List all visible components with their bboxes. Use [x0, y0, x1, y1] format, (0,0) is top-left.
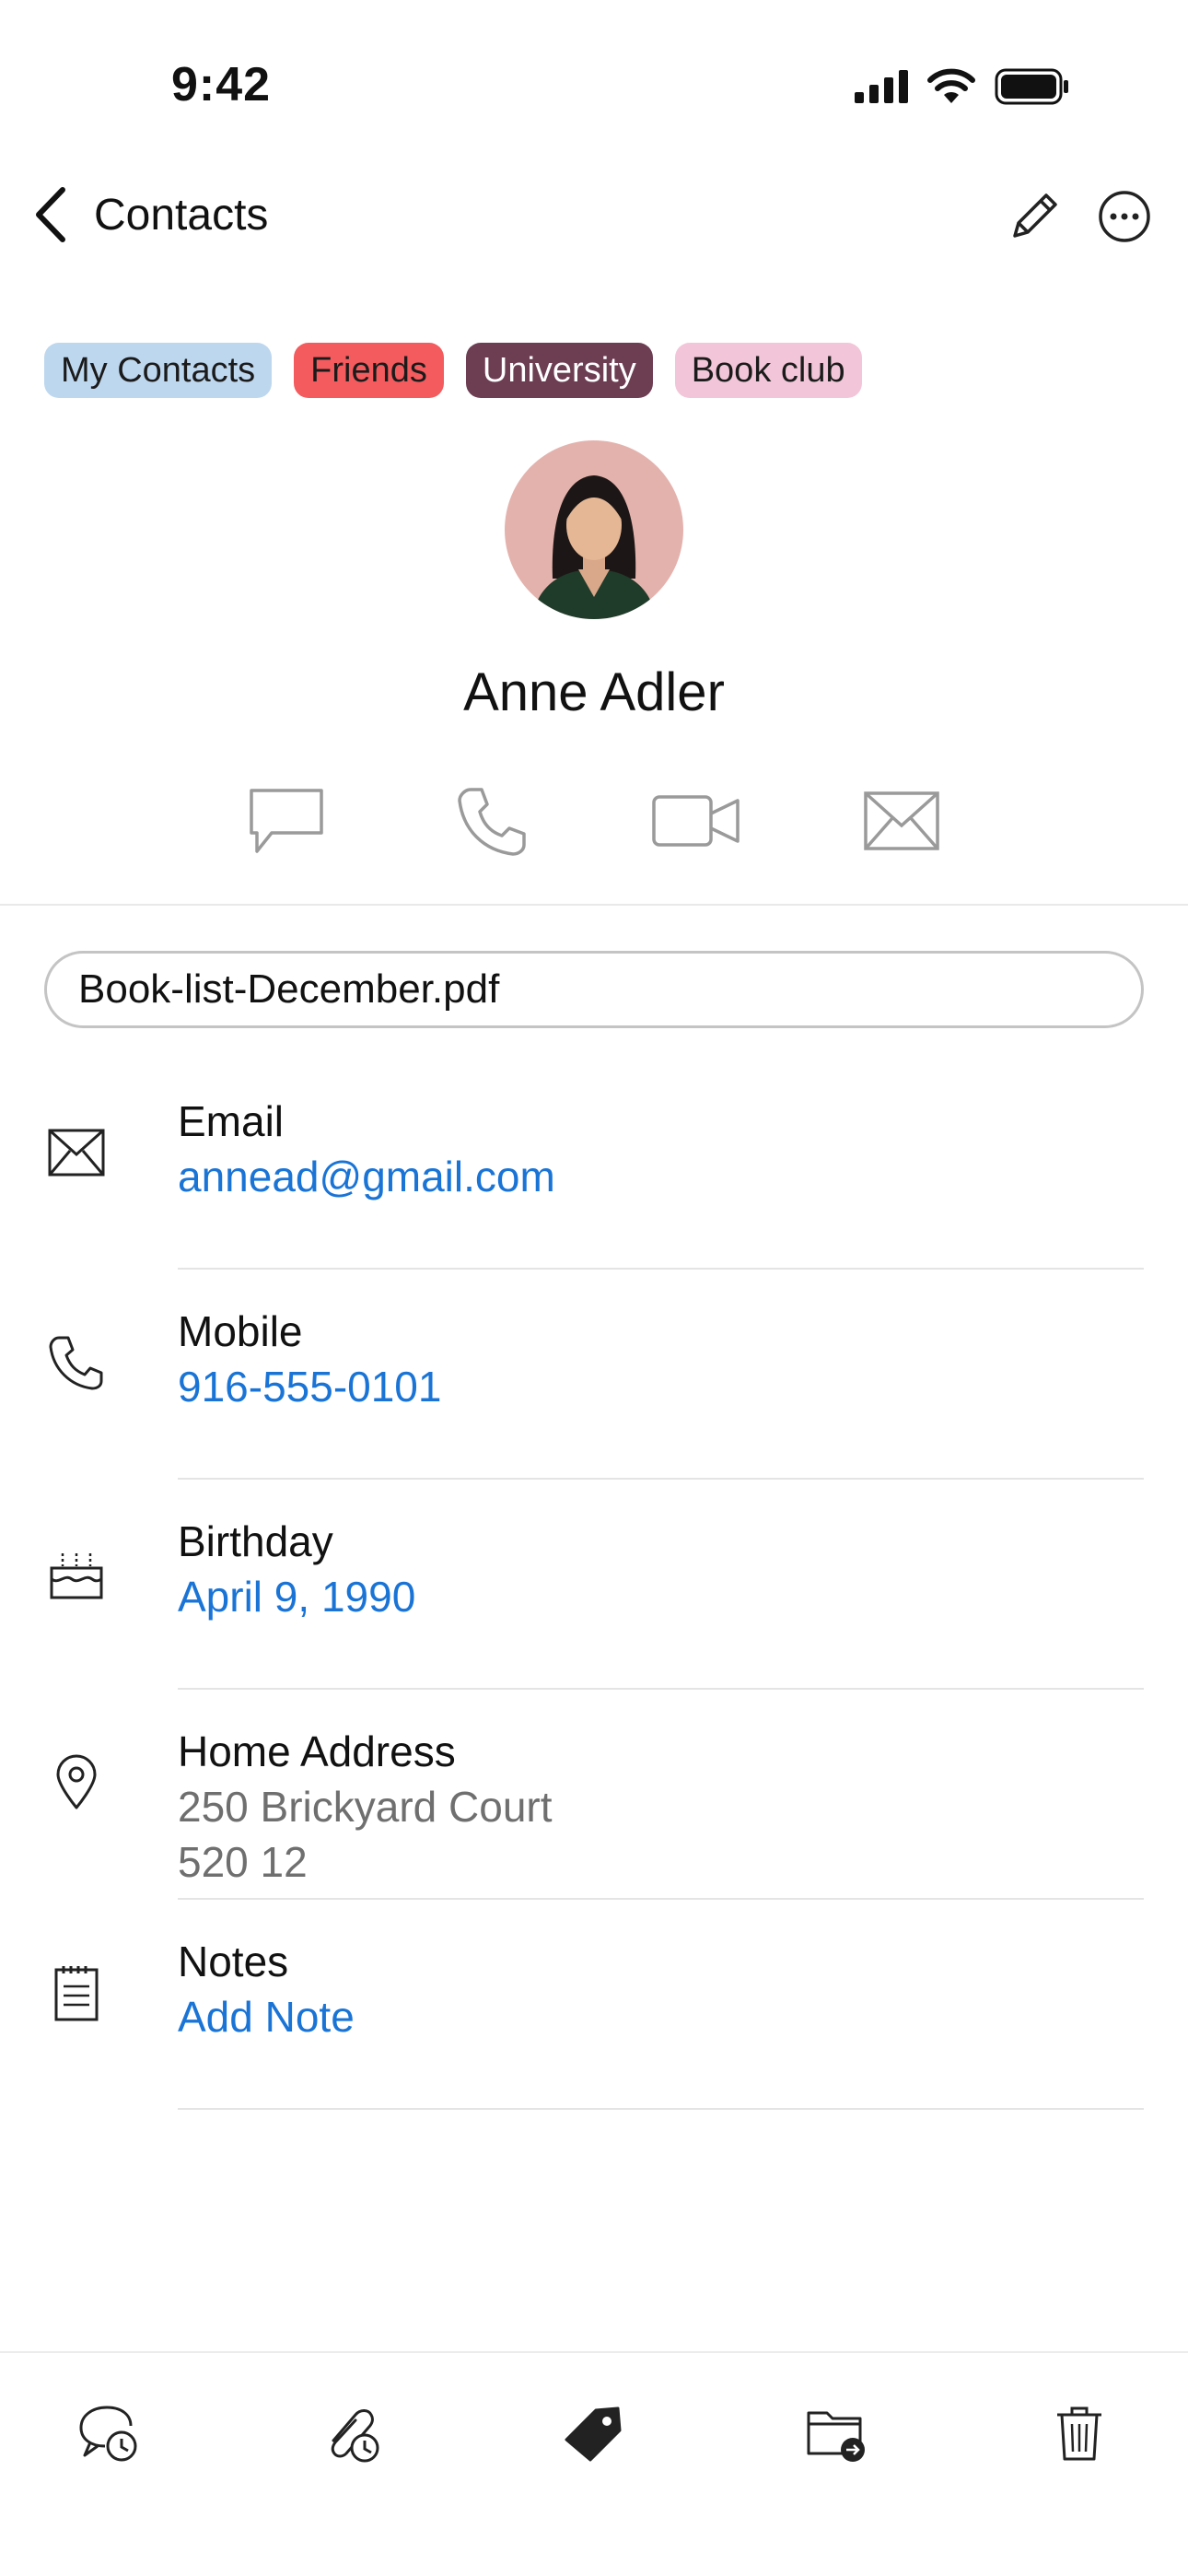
birthday-row[interactable]: Birthday April 9, 1990: [0, 1480, 1188, 1690]
address-line1: 250 Brickyard Court: [178, 1783, 553, 1831]
chat-history-button[interactable]: [72, 2397, 146, 2471]
contact-tags: My Contacts Friends University Book club: [44, 343, 862, 398]
notepad-icon: [46, 1962, 107, 2023]
birthday-cake-icon: [46, 1542, 107, 1603]
status-icons: [855, 68, 1070, 105]
row-divider: [178, 2108, 1144, 2110]
back-label: Contacts: [94, 190, 269, 240]
address-label: Home Address: [178, 1727, 456, 1775]
add-note-link[interactable]: Add Note: [178, 1992, 355, 2042]
chat-history-icon: [79, 2406, 137, 2462]
mobile-value[interactable]: 916-555-0101: [178, 1362, 441, 1411]
attachment-history-icon: [331, 2409, 379, 2463]
email-label: Email: [178, 1097, 285, 1145]
more-button[interactable]: [1096, 188, 1153, 245]
mail-icon: [864, 791, 939, 850]
phone-icon: [46, 1332, 107, 1393]
email-button[interactable]: [860, 779, 943, 862]
cellular-signal-icon: [855, 70, 908, 103]
message-icon: [250, 789, 323, 853]
tag-friends[interactable]: Friends: [294, 343, 444, 398]
quick-actions: [0, 779, 1188, 862]
back-button[interactable]: Contacts: [33, 186, 268, 243]
video-icon: [652, 795, 740, 847]
mobile-row[interactable]: Mobile 916-555-0101: [0, 1270, 1188, 1480]
mobile-label: Mobile: [178, 1307, 303, 1355]
notes-row[interactable]: Notes Add Note: [0, 1900, 1188, 2110]
video-call-button[interactable]: [650, 779, 742, 862]
envelope-icon: [46, 1122, 107, 1183]
birthday-value[interactable]: April 9, 1990: [178, 1572, 415, 1622]
wifi-icon: [927, 68, 975, 103]
nav-bar: Contacts: [0, 175, 1188, 295]
email-value[interactable]: annead@gmail.com: [178, 1152, 555, 1201]
bottom-toolbar: [0, 2353, 1188, 2500]
tag-university[interactable]: University: [465, 343, 653, 398]
delete-button[interactable]: [1042, 2397, 1116, 2471]
home-address-row[interactable]: Home Address 250 Brickyard Court 520 12: [0, 1690, 1188, 1900]
call-button[interactable]: [451, 779, 534, 862]
map-pin-icon: [46, 1752, 107, 1813]
birthday-label: Birthday: [178, 1517, 333, 1565]
address-line2: 520 12: [178, 1838, 308, 1886]
status-bar: 9:42: [0, 0, 1188, 175]
message-button[interactable]: [245, 779, 328, 862]
notes-label: Notes: [178, 1938, 289, 1985]
avatar: [505, 440, 683, 619]
tag-book-club[interactable]: Book club: [674, 343, 862, 398]
email-row[interactable]: Email annead@gmail.com: [0, 1060, 1188, 1270]
tag-icon: [565, 2406, 622, 2462]
tag-my-contacts[interactable]: My Contacts: [44, 343, 273, 398]
move-to-folder-icon: [807, 2411, 865, 2462]
move-to-folder-button[interactable]: [799, 2397, 873, 2471]
battery-icon: [995, 68, 1068, 105]
attachment-filename: Book-list-December.pdf: [78, 966, 500, 1012]
phone-icon: [458, 788, 526, 856]
chevron-left-icon: [36, 187, 65, 242]
attachment-pill[interactable]: Book-list-December.pdf: [44, 951, 1144, 1028]
pencil-icon: [1013, 193, 1057, 238]
contact-name: Anne Adler: [463, 662, 725, 722]
ellipsis-circle-icon: [1099, 191, 1150, 242]
edit-button[interactable]: [1006, 188, 1063, 245]
header-divider: [0, 904, 1188, 906]
tag-button[interactable]: [557, 2397, 631, 2471]
status-time: 9:42: [171, 58, 272, 111]
attachments-button[interactable]: [315, 2397, 389, 2471]
trash-icon: [1057, 2406, 1101, 2461]
avatar-portrait: [505, 440, 683, 619]
